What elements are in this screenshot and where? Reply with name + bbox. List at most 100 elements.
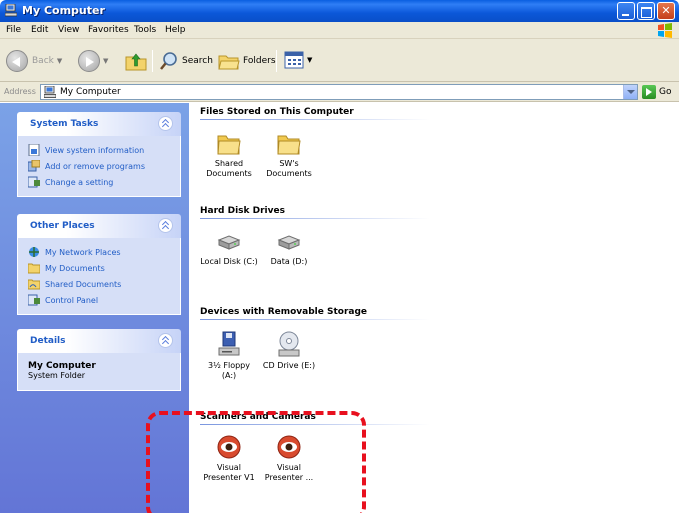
hard-disk-icon xyxy=(217,235,241,250)
control-panel-icon xyxy=(28,294,40,306)
item-local-disk-c[interactable]: Local Disk (C:) xyxy=(198,233,260,267)
close-button[interactable]: ✕ xyxy=(657,2,675,20)
up-folder-icon xyxy=(125,53,147,71)
folders-button[interactable]: Folders xyxy=(218,51,276,71)
views-icon xyxy=(284,51,304,69)
go-arrow-icon xyxy=(642,85,656,99)
maximize-button[interactable] xyxy=(637,2,655,20)
group-title-removable-storage: Devices with Removable Storage xyxy=(200,307,368,317)
item-cd-drive-e[interactable]: CD Drive (E:) xyxy=(258,331,320,371)
group-divider xyxy=(200,319,430,320)
details-title: Details xyxy=(30,336,66,346)
up-folder-button[interactable] xyxy=(125,51,147,71)
place-shared-documents[interactable]: Shared Documents xyxy=(28,276,180,292)
hard-disk-icon xyxy=(277,235,301,250)
menu-file[interactable]: File xyxy=(6,25,21,35)
system-tasks-header[interactable]: System Tasks xyxy=(17,112,181,136)
item-label-line1: 3½ Floppy xyxy=(208,361,250,370)
folders-icon xyxy=(218,55,240,70)
window-title: My Computer xyxy=(22,4,105,17)
group-title-hard-disk-drives: Hard Disk Drives xyxy=(200,206,285,216)
task-view-system-info[interactable]: View system information xyxy=(28,142,180,158)
computer-icon xyxy=(5,4,17,17)
place-label: Control Panel xyxy=(45,295,99,305)
collapse-icon[interactable] xyxy=(158,116,173,131)
go-label: Go xyxy=(659,87,672,97)
task-label: View system information xyxy=(45,145,145,155)
control-panel-icon xyxy=(28,176,40,188)
toolbar-separator xyxy=(152,50,153,72)
collapse-icon[interactable] xyxy=(158,333,173,348)
search-label: Search xyxy=(182,56,213,66)
computer-icon xyxy=(44,86,56,98)
place-control-panel[interactable]: Control Panel xyxy=(28,292,180,308)
task-label: Add or remove programs xyxy=(45,161,145,171)
back-label: Back xyxy=(32,56,54,66)
minimize-button[interactable] xyxy=(617,2,635,20)
address-label: Address xyxy=(4,87,36,96)
item-label-line1: Local Disk (C:) xyxy=(200,257,258,266)
forward-arrow-icon xyxy=(78,50,100,72)
address-dropdown-button[interactable] xyxy=(623,85,637,99)
item-label-line1: Shared xyxy=(214,159,244,168)
search-button[interactable]: Search xyxy=(159,51,213,71)
forward-button[interactable]: ▼ xyxy=(78,50,108,72)
place-label: Shared Documents xyxy=(45,279,122,289)
system-tasks-title: System Tasks xyxy=(30,119,99,129)
add-remove-programs-icon xyxy=(28,160,40,172)
item-label-line1: Data (D:) xyxy=(270,257,308,266)
chevron-down-icon: ▼ xyxy=(307,56,313,64)
item-shared-documents[interactable]: Shared Documents xyxy=(198,133,260,179)
address-bar: Address My Computer Go xyxy=(0,82,679,102)
place-my-documents[interactable]: My Documents xyxy=(28,260,180,276)
menu-view[interactable]: View xyxy=(58,25,79,35)
other-places-title: Other Places xyxy=(30,221,95,231)
floppy-drive-icon xyxy=(218,331,240,356)
item-label-line1: SW's xyxy=(279,159,299,168)
item-data-d[interactable]: Data (D:) xyxy=(258,233,320,267)
place-my-network-places[interactable]: My Network Places xyxy=(28,244,180,260)
menu-favorites[interactable]: Favorites xyxy=(88,25,129,35)
place-label: My Network Places xyxy=(45,247,121,257)
group-title-files-stored: Files Stored on This Computer xyxy=(200,107,354,117)
details-name: My Computer xyxy=(28,361,96,371)
network-places-icon xyxy=(29,247,39,257)
folders-label: Folders xyxy=(243,56,276,66)
menu-tools[interactable]: Tools xyxy=(134,25,156,35)
system-info-icon xyxy=(28,144,40,156)
menu-help[interactable]: Help xyxy=(165,25,186,35)
address-field[interactable]: My Computer xyxy=(40,84,638,100)
item-label-line1: CD Drive (E:) xyxy=(262,361,316,370)
other-places-header[interactable]: Other Places xyxy=(17,214,181,238)
windows-logo-icon xyxy=(658,23,672,38)
chevron-down-icon: ▼ xyxy=(56,57,63,65)
chevron-down-icon: ▼ xyxy=(103,57,109,65)
highlight-annotation xyxy=(146,411,366,513)
item-floppy-a[interactable]: 3½ Floppy (A:) xyxy=(198,331,260,381)
back-button[interactable]: Back ▼ xyxy=(6,50,62,72)
details-header[interactable]: Details xyxy=(17,329,181,353)
back-arrow-icon xyxy=(6,50,28,72)
go-button[interactable]: Go xyxy=(642,85,671,99)
folder-icon xyxy=(277,135,301,155)
group-divider xyxy=(200,119,430,120)
item-label-line2: Documents xyxy=(206,169,252,178)
my-computer-window: My Computer ✕ File Edit View Favorites T… xyxy=(0,0,679,513)
address-value: My Computer xyxy=(60,87,121,97)
item-label-line2: Documents xyxy=(266,169,312,178)
item-sws-documents[interactable]: SW's Documents xyxy=(258,133,320,179)
cd-drive-icon xyxy=(278,331,300,357)
task-add-remove-programs[interactable]: Add or remove programs xyxy=(28,158,180,174)
task-change-setting[interactable]: Change a setting xyxy=(28,174,180,190)
menu-edit[interactable]: Edit xyxy=(31,25,48,35)
item-label-line2: (A:) xyxy=(221,371,237,380)
details-type: System Folder xyxy=(28,371,86,380)
toolbar: Back ▼ ▼ Search Folders ▼ xyxy=(0,39,679,82)
views-button[interactable]: ▼ xyxy=(284,51,312,69)
group-divider xyxy=(200,218,430,219)
toolbar-separator xyxy=(276,50,277,72)
title-bar[interactable]: My Computer ✕ xyxy=(0,0,679,22)
collapse-icon[interactable] xyxy=(158,218,173,233)
menu-bar: File Edit View Favorites Tools Help xyxy=(0,22,679,39)
folder-icon xyxy=(217,135,241,155)
